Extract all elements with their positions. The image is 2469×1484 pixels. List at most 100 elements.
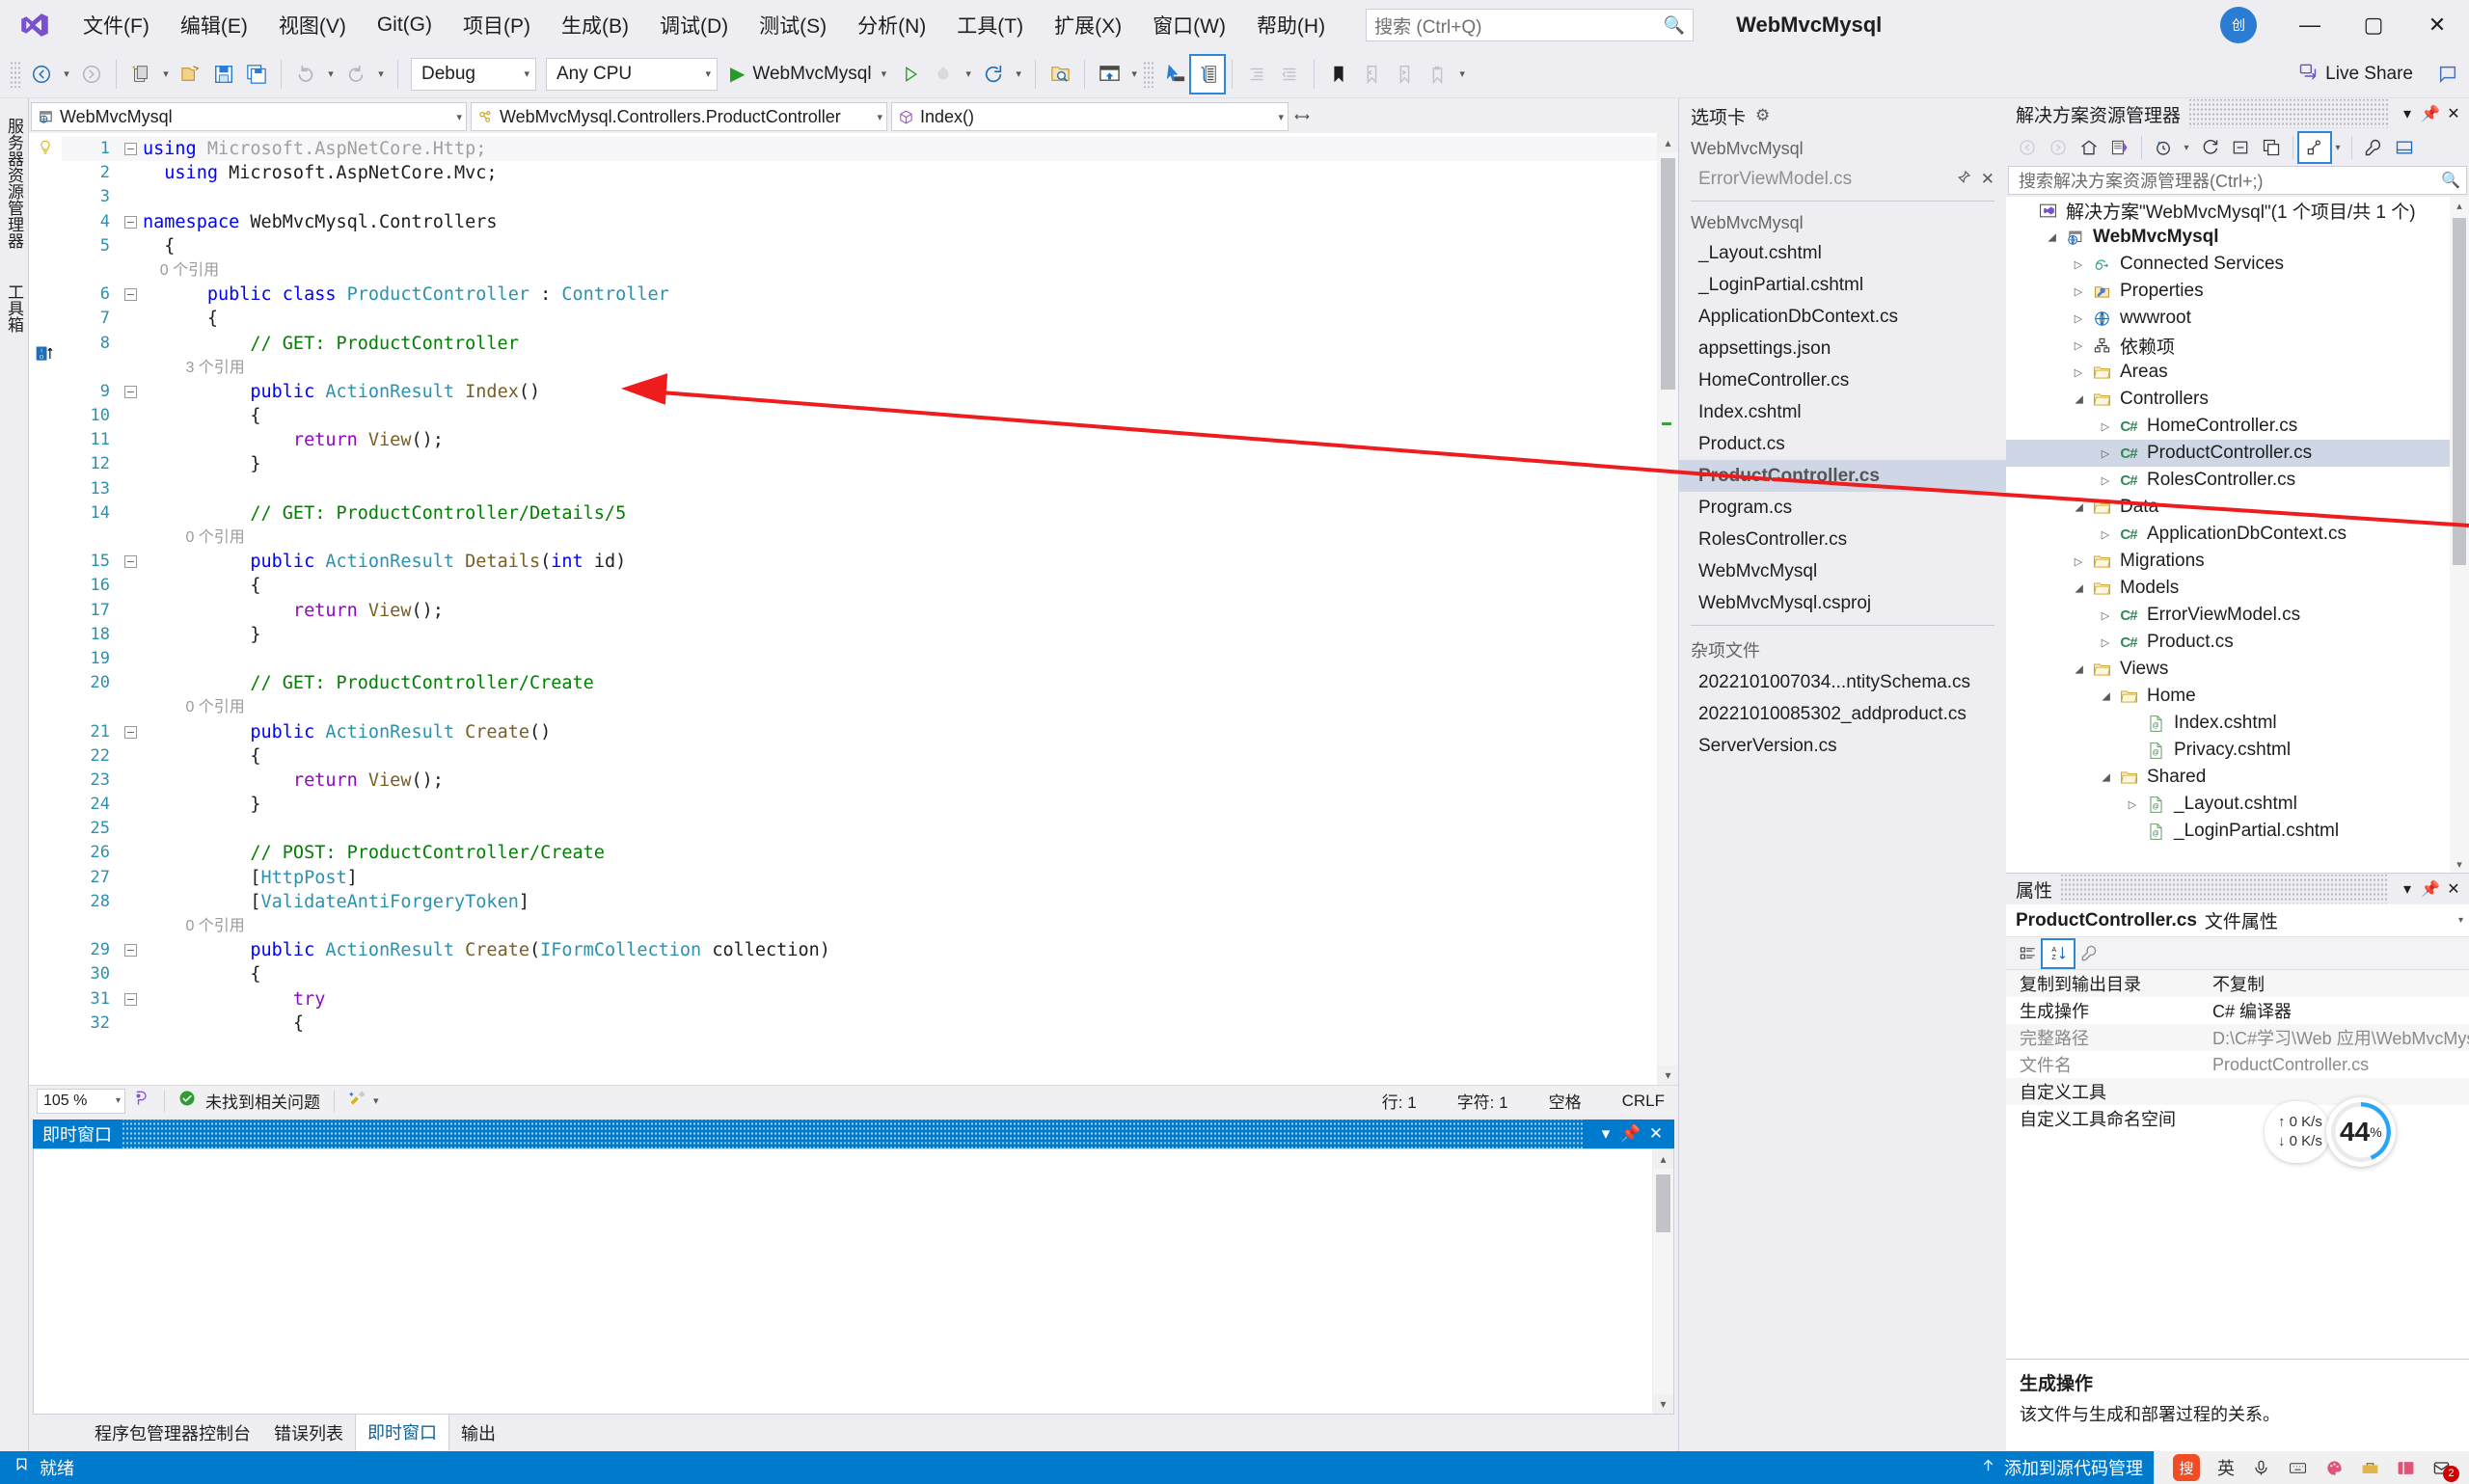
code-line[interactable]: 7 { bbox=[62, 307, 1657, 331]
hot-reload-icon[interactable] bbox=[927, 56, 960, 93]
glyph-margin[interactable]: IO bbox=[29, 133, 62, 1085]
pointer-select-icon[interactable] bbox=[1158, 56, 1191, 93]
tree-item[interactable]: ◢ Models bbox=[2006, 575, 2469, 602]
tab-well-item[interactable]: 2022101007034...ntitySchema.cs bbox=[1679, 666, 2006, 698]
search-icon[interactable]: 🔍 bbox=[2441, 171, 2460, 190]
code-line[interactable]: 31 try bbox=[62, 987, 1657, 1012]
keyboard-icon[interactable] bbox=[2288, 1459, 2308, 1477]
mic-icon[interactable] bbox=[2252, 1459, 2270, 1477]
sidebar-item-server-explorer[interactable]: 服务器资源管理器 bbox=[0, 108, 30, 258]
lightbulb-icon[interactable] bbox=[38, 139, 53, 162]
code-lens-reference[interactable]: 3 个引用 bbox=[143, 356, 1657, 380]
fold-toggle-icon[interactable] bbox=[118, 380, 143, 404]
scroll-down-icon[interactable]: ▾ bbox=[1653, 1394, 1673, 1414]
chevron-right-icon[interactable]: ▷ bbox=[2095, 636, 2116, 649]
tab-immediate-window[interactable]: 即时窗口 bbox=[355, 1413, 449, 1451]
code-line[interactable]: 14 // GET: ProductController/Details/5 bbox=[62, 501, 1657, 526]
tab-well-item[interactable]: _Layout.cshtml bbox=[1679, 237, 2006, 269]
solution-explorer-icon[interactable] bbox=[1189, 53, 1227, 94]
code-line[interactable]: 0 个引用 bbox=[62, 526, 1657, 550]
tab-well-item[interactable]: WebMvcMysql.csproj bbox=[1679, 587, 2006, 619]
tab-well-item[interactable]: 20221010085302_addproduct.cs bbox=[1679, 698, 2006, 730]
code-line[interactable]: 6 public class ProductController : Contr… bbox=[62, 283, 1657, 307]
code-line[interactable]: 20 // GET: ProductController/Create bbox=[62, 671, 1657, 695]
code-line[interactable]: 27 [HttpPost] bbox=[62, 866, 1657, 890]
chevron-down-icon[interactable]: ◢ bbox=[2073, 497, 2085, 518]
code-line[interactable]: 10 { bbox=[62, 404, 1657, 428]
code-line[interactable]: 24 } bbox=[62, 793, 1657, 817]
tab-well-item[interactable]: WebMvcMysql bbox=[1679, 555, 2006, 587]
tree-item[interactable]: ▷ C# ErrorViewModel.cs bbox=[2006, 602, 2469, 629]
code-line[interactable]: 19 bbox=[62, 647, 1657, 671]
code-line[interactable]: 3 个引用 bbox=[62, 356, 1657, 380]
intellicode-icon[interactable] bbox=[131, 1089, 150, 1113]
property-value[interactable]: D:\C#学习\Web 应用\WebMvcMysql\WebM\ bbox=[2205, 1025, 2469, 1050]
code-text-area[interactable]: 1 using Microsoft.AspNetCore.Http; 2 using… bbox=[62, 133, 1657, 1085]
solution-explorer-tree[interactable]: 解决方案"WebMvcMysql"(1 个项目/共 1 个) ◢ WebMvcMys… bbox=[2006, 197, 2469, 873]
tree-item[interactable]: ▷ Migrations bbox=[2006, 548, 2469, 575]
close-icon[interactable]: ✕ bbox=[2442, 104, 2465, 123]
chevron-down-icon[interactable]: ▾ bbox=[2396, 879, 2419, 899]
code-cleanup-icon[interactable] bbox=[348, 1089, 367, 1113]
code-line[interactable]: 1 using Microsoft.AspNetCore.Http; bbox=[62, 137, 1657, 162]
tab-output[interactable]: 输出 bbox=[449, 1415, 507, 1451]
fold-toggle-icon[interactable] bbox=[118, 938, 143, 962]
properties-view-icon[interactable] bbox=[2297, 131, 2332, 164]
back-icon[interactable] bbox=[2012, 133, 2043, 162]
hot-reload-caret-icon[interactable]: ▾ bbox=[960, 56, 977, 93]
bookmark-icon[interactable] bbox=[1322, 56, 1355, 93]
indent-icon[interactable] bbox=[1240, 56, 1273, 93]
fold-toggle-icon[interactable] bbox=[118, 550, 143, 574]
tree-item[interactable]: ▷ Areas bbox=[2006, 359, 2469, 386]
immediate-window-body[interactable]: ▴ ▾ bbox=[33, 1148, 1674, 1415]
new-project-icon[interactable] bbox=[124, 56, 157, 93]
tab-well-item[interactable]: ErrorViewModel.cs ✕ bbox=[1679, 163, 2006, 195]
chevron-down-icon[interactable]: ◢ bbox=[2046, 227, 2058, 248]
immediate-window-content[interactable] bbox=[34, 1149, 1652, 1414]
fold-toggle-icon[interactable] bbox=[118, 137, 143, 161]
properties-icon[interactable] bbox=[2358, 133, 2389, 162]
chevron-down-icon[interactable]: ◢ bbox=[2073, 659, 2085, 680]
code-line[interactable]: 26 // POST: ProductController/Create bbox=[62, 841, 1657, 865]
browser-preview-caret-icon[interactable]: ▾ bbox=[1126, 56, 1143, 93]
close-icon[interactable]: ✕ bbox=[1643, 1124, 1669, 1144]
indentation-indicator[interactable]: 空格 bbox=[1549, 1089, 1582, 1113]
tree-item[interactable]: ▷ C# RolesController.cs bbox=[2006, 467, 2469, 494]
tree-item[interactable]: @ Privacy.cshtml bbox=[2006, 737, 2469, 764]
tab-well-item[interactable]: ServerVersion.cs bbox=[1679, 730, 2006, 762]
chevron-right-icon[interactable]: ▷ bbox=[2095, 420, 2116, 433]
pin-icon[interactable] bbox=[1956, 170, 1971, 189]
navbar-type-select[interactable]: WebMvcMysql.Controllers.ProductControlle… bbox=[471, 102, 887, 131]
tab-error-list[interactable]: 错误列表 bbox=[262, 1415, 355, 1451]
chevron-right-icon[interactable]: ▷ bbox=[2068, 312, 2089, 325]
code-lens-reference[interactable]: 0 个引用 bbox=[143, 258, 1657, 283]
toolbar-overflow-icon[interactable]: ▾ bbox=[1453, 56, 1471, 93]
code-line[interactable]: 29 public ActionResult Create(IFormColle… bbox=[62, 938, 1657, 962]
palette-icon[interactable] bbox=[2325, 1459, 2344, 1477]
code-line[interactable]: 32 { bbox=[62, 1012, 1657, 1036]
tree-item[interactable]: ▷ Connected Services bbox=[2006, 251, 2469, 278]
fold-toggle-icon[interactable] bbox=[118, 987, 143, 1012]
property-row[interactable]: 自定义工具 bbox=[2006, 1078, 2469, 1105]
properties-object-select[interactable]: ProductController.cs 文件属性 ▾ bbox=[2006, 904, 2469, 937]
tree-item[interactable]: ◢ Home bbox=[2006, 683, 2469, 710]
property-value[interactable]: 不复制 bbox=[2205, 971, 2469, 996]
tree-item[interactable]: ◢ Views bbox=[2006, 656, 2469, 683]
close-icon[interactable]: ✕ bbox=[1981, 170, 1994, 189]
minimize-button[interactable]: — bbox=[2278, 0, 2342, 50]
chevron-down-icon[interactable]: ▾ bbox=[2330, 143, 2346, 153]
menu-item-edit[interactable]: 编辑(E) bbox=[165, 0, 263, 50]
global-search-input[interactable]: 搜索 (Ctrl+Q) 🔍 bbox=[1366, 9, 1695, 41]
chevron-down-icon[interactable]: ◢ bbox=[2100, 767, 2112, 788]
collapse-all-icon[interactable] bbox=[2225, 133, 2256, 162]
toolbar-grip[interactable] bbox=[10, 60, 21, 88]
new-project-caret-icon[interactable]: ▾ bbox=[157, 56, 175, 93]
clear-bookmarks-icon[interactable] bbox=[1421, 56, 1453, 93]
property-value[interactable]: ProductController.cs bbox=[2205, 1055, 2469, 1075]
find-in-files-icon[interactable] bbox=[1044, 56, 1076, 93]
chevron-right-icon[interactable]: ▷ bbox=[2068, 555, 2089, 568]
menu-item-extensions[interactable]: 扩展(X) bbox=[1039, 0, 1137, 50]
scrollbar-thumb[interactable] bbox=[1656, 1174, 1670, 1232]
build-configuration-select[interactable]: Debug ▾ bbox=[411, 57, 536, 91]
tree-item[interactable]: ▷ wwwroot bbox=[2006, 305, 2469, 332]
